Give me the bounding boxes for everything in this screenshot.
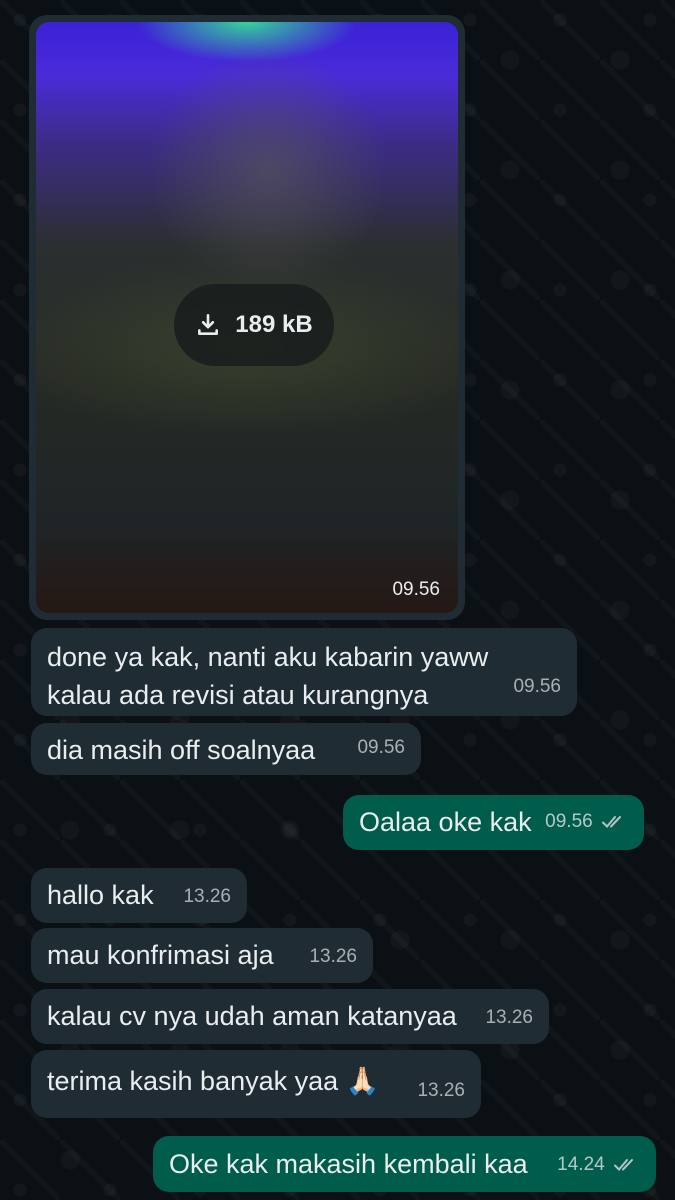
message-time: 13.26 bbox=[485, 1007, 533, 1028]
message-meta: 14.24 bbox=[557, 1146, 640, 1184]
image-message-bubble[interactable]: 189 kB 09.56 bbox=[29, 15, 465, 620]
outgoing-message[interactable]: Oke kak makasih kembali kaa 14.24 bbox=[153, 1136, 656, 1192]
message-text: mau konfrimasi aja bbox=[47, 940, 274, 970]
message-text: hallo kak bbox=[47, 880, 154, 910]
download-icon bbox=[198, 313, 219, 335]
double-check-icon bbox=[602, 815, 621, 828]
outgoing-message[interactable]: Oalaa oke kak 09.56 bbox=[343, 795, 644, 850]
message-time: 13.26 bbox=[417, 1080, 465, 1101]
message-time: 14.24 bbox=[557, 1154, 605, 1175]
message-text-line: kalau ada revisi atau kurangnya bbox=[47, 680, 429, 710]
double-check-icon bbox=[614, 1158, 633, 1171]
message-time: 13.26 bbox=[309, 946, 357, 967]
message-time: 13.26 bbox=[183, 886, 231, 907]
message-time: 09.56 bbox=[545, 811, 593, 832]
message-time: 09.56 bbox=[357, 737, 405, 758]
download-button[interactable]: 189 kB bbox=[174, 284, 334, 366]
incoming-message[interactable]: terima kasih banyak yaa 🙏🏻 13.26 bbox=[31, 1050, 481, 1118]
file-size-label: 189 kB bbox=[235, 311, 313, 338]
incoming-message[interactable]: mau konfrimasi aja 13.26 bbox=[31, 928, 373, 983]
incoming-message[interactable]: kalau cv nya udah aman katanyaa 13.26 bbox=[31, 989, 549, 1044]
message-text: terima kasih banyak yaa 🙏🏻 bbox=[47, 1066, 380, 1096]
blurred-image-preview[interactable]: 189 kB 09.56 bbox=[36, 22, 458, 613]
message-text: kalau cv nya udah aman katanyaa bbox=[47, 1001, 457, 1031]
incoming-message[interactable]: hallo kak 13.26 bbox=[31, 868, 247, 923]
message-meta: 09.56 bbox=[545, 803, 628, 841]
message-text: dia masih off soalnyaa bbox=[47, 735, 316, 765]
message-text: Oalaa oke kak bbox=[359, 807, 532, 837]
message-text: Oke kak makasih kembali kaa bbox=[169, 1149, 528, 1179]
message-text-line: done ya kak, nanti aku kabarin yaww bbox=[47, 642, 489, 672]
message-time: 09.56 bbox=[392, 579, 440, 600]
incoming-message[interactable]: dia masih off soalnyaa 09.56 bbox=[31, 723, 421, 775]
incoming-message[interactable]: done ya kak, nanti aku kabarin yaww kala… bbox=[31, 628, 577, 716]
message-time: 09.56 bbox=[513, 676, 561, 697]
